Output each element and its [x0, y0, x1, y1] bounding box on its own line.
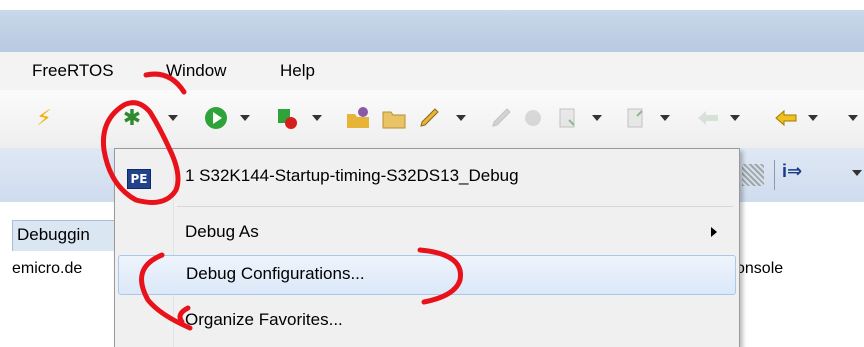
- run-dropdown-arrow[interactable]: [240, 115, 250, 121]
- menu-help[interactable]: Help: [280, 61, 315, 81]
- prev-annotation-icon[interactable]: [622, 104, 650, 132]
- toolbar-divider: [774, 160, 775, 190]
- run-icon[interactable]: [202, 104, 230, 132]
- window-title-band: [0, 10, 864, 52]
- back-icon[interactable]: [694, 104, 722, 132]
- menu-item-debug-configurations-label: Debug Configurations...: [186, 264, 365, 283]
- view-menu-arrow[interactable]: [852, 170, 862, 176]
- external-tools-dropdown-arrow[interactable]: [312, 115, 322, 121]
- pencil-dropdown-arrow[interactable]: [456, 115, 466, 121]
- external-tools-icon[interactable]: [272, 104, 300, 132]
- menu-item-debug-as[interactable]: Debug As: [115, 213, 737, 253]
- menubar: FreeRTOS Window Help: [0, 52, 864, 91]
- next-annotation-dropdown-arrow[interactable]: [592, 115, 602, 121]
- pencil-icon[interactable]: [416, 104, 444, 132]
- console-text: emicro.de: [12, 260, 83, 277]
- menu-item-debug-as-label: Debug As: [185, 222, 259, 241]
- edit-icon[interactable]: [488, 104, 516, 132]
- debug-dropdown-menu: PE 1 S32K144-Startup-timing-S32DS13_Debu…: [114, 148, 740, 347]
- next-annotation-icon[interactable]: [554, 104, 582, 132]
- menu-item-recent-launch-label: 1 S32K144-Startup-timing-S32DS13_Debug: [185, 166, 519, 185]
- pe-micro-icon: PE: [127, 169, 151, 189]
- console-pin-icon[interactable]: [742, 164, 764, 186]
- menu-item-recent-launch[interactable]: PE 1 S32K144-Startup-timing-S32DS13_Debu…: [115, 157, 737, 197]
- menu-item-organize-favorites-label: Organize Favorites...: [185, 310, 343, 329]
- debug-bug-icon[interactable]: ✱: [118, 104, 146, 132]
- back-dropdown-arrow[interactable]: [730, 115, 740, 121]
- forward-icon[interactable]: [772, 104, 800, 132]
- build-icon[interactable]: [520, 104, 548, 132]
- prev-annotation-dropdown-arrow[interactable]: [660, 115, 670, 121]
- main-toolbar: ⚡ ✱: [0, 90, 864, 148]
- toolbar-overflow-arrow[interactable]: [848, 115, 858, 121]
- console-view-label: onsole: [736, 260, 784, 277]
- menu-freertos[interactable]: FreeRTOS: [32, 61, 114, 81]
- info-icon[interactable]: i⇒: [782, 161, 802, 182]
- submenu-arrow-icon: [711, 227, 717, 237]
- menu-window[interactable]: Window: [166, 61, 226, 81]
- lightning-icon[interactable]: ⚡: [30, 104, 58, 132]
- debug-view-tab-label: Debuggin: [17, 225, 90, 244]
- debug-view-tab[interactable]: Debuggin: [12, 220, 122, 251]
- top-strip: [0, 0, 864, 10]
- new-project-icon[interactable]: [344, 104, 372, 132]
- menu-separator: [177, 206, 733, 207]
- menu-item-organize-favorites[interactable]: Organize Favorites...: [115, 301, 737, 341]
- debug-dropdown-arrow[interactable]: [168, 115, 178, 121]
- forward-dropdown-arrow[interactable]: [808, 115, 818, 121]
- open-folder-icon[interactable]: [380, 104, 408, 132]
- menu-item-debug-configurations[interactable]: Debug Configurations...: [118, 255, 736, 295]
